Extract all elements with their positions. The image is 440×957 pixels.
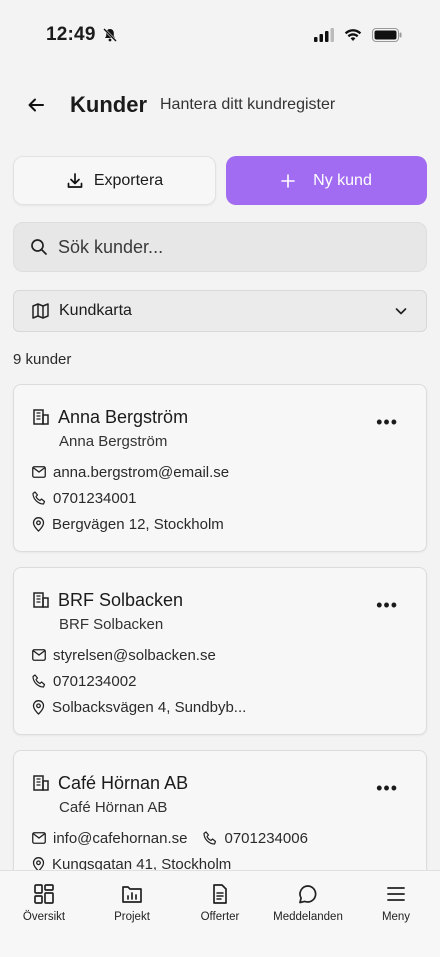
new-customer-label: Ny kund — [313, 171, 372, 189]
customer-contact: Café Hörnan AB — [59, 799, 168, 816]
search-icon — [30, 238, 48, 256]
phone-icon — [32, 491, 46, 505]
back-arrow-icon[interactable] — [24, 93, 48, 117]
mail-icon — [32, 832, 46, 844]
page-subtitle: Hantera ditt kundregister — [160, 96, 336, 113]
customer-phone[interactable]: 0701234001 — [53, 490, 136, 507]
page-title: Kunder — [70, 92, 147, 117]
customer-name: Café Hörnan AB — [58, 772, 189, 793]
location-pin-icon — [32, 699, 45, 715]
customer-email[interactable]: anna.bergstrom@email.se — [53, 464, 229, 481]
more-options-icon[interactable]: ••• — [376, 413, 398, 431]
search-input[interactable]: Sök kunder... — [13, 222, 427, 272]
customer-address: Bergvägen 12, Stockholm — [52, 515, 224, 533]
new-customer-button[interactable]: Ny kund — [226, 156, 427, 205]
nav-item-messages[interactable]: Meddelanden — [264, 883, 352, 957]
nav-label: Projekt — [114, 911, 150, 923]
phone-icon — [203, 831, 217, 845]
chart-icon — [121, 883, 143, 905]
customer-phone[interactable]: 0701234006 — [224, 830, 307, 847]
building-icon — [32, 591, 50, 609]
customer-count: 9 kunder — [13, 351, 72, 368]
customer-contact: Anna Bergström — [59, 433, 168, 450]
document-icon — [209, 883, 231, 905]
customer-contact: BRF Solbacken — [59, 616, 164, 633]
search-placeholder: Sök kunder... — [58, 236, 164, 257]
action-buttons: Exportera Ny kund — [13, 156, 427, 206]
more-options-icon[interactable]: ••• — [376, 779, 398, 797]
chevron-down-icon — [394, 304, 408, 318]
customer-email[interactable]: info@cafehornan.se — [53, 830, 187, 847]
customer-name: Anna Bergström — [58, 406, 189, 427]
download-icon — [66, 172, 84, 190]
customer-phone[interactable]: 0701234002 — [53, 673, 136, 690]
wifi-icon — [344, 28, 362, 42]
mail-icon — [32, 466, 46, 478]
customer-map-label: Kundkarta — [59, 302, 132, 319]
nav-label: Översikt — [22, 911, 66, 923]
customer-name: BRF Solbacken — [58, 589, 184, 610]
building-icon — [32, 774, 50, 792]
more-options-icon[interactable]: ••• — [376, 596, 398, 614]
grid-icon — [33, 883, 55, 905]
export-label: Exportera — [93, 171, 164, 189]
customer-card[interactable]: BRF Solbacken BRF Solbacken ••• styrelse… — [13, 567, 427, 735]
battery-icon — [372, 28, 402, 42]
plus-icon — [281, 173, 295, 188]
nav-item-projects[interactable]: Projekt — [88, 883, 176, 957]
customer-email[interactable]: styrelsen@solbacken.se — [53, 647, 216, 664]
customer-address: Solbacksvägen 4, Sundbyb... — [52, 698, 247, 716]
nav-label: Offerter — [200, 911, 240, 923]
nav-label: Meddelanden — [273, 911, 343, 923]
status-bar: 12:49 — [0, 0, 440, 70]
map-icon — [32, 303, 49, 319]
mail-icon — [32, 649, 46, 661]
status-time: 12:49 — [46, 24, 96, 45]
nav-item-overview[interactable]: Översikt — [0, 883, 88, 957]
bottom-nav: Översikt Projekt Offerter Meddelanden Me… — [0, 870, 440, 957]
nav-item-quotes[interactable]: Offerter — [176, 883, 264, 957]
customer-map-dropdown[interactable]: Kundkarta — [13, 290, 427, 332]
location-pin-icon — [32, 516, 45, 532]
customer-card[interactable]: Anna Bergström Anna Bergström ••• anna.b… — [13, 384, 427, 552]
phone-icon — [32, 674, 46, 688]
menu-icon — [385, 883, 407, 905]
page-header: Kunder Hantera ditt kundregister — [0, 82, 440, 128]
signal-icon — [314, 28, 334, 42]
export-button[interactable]: Exportera — [13, 156, 216, 205]
customer-list: Anna Bergström Anna Bergström ••• anna.b… — [13, 384, 427, 933]
nav-item-menu[interactable]: Meny — [352, 883, 440, 957]
nav-label: Meny — [381, 911, 411, 923]
bell-off-icon — [102, 27, 118, 43]
building-icon — [32, 408, 50, 426]
chat-icon — [297, 883, 319, 905]
